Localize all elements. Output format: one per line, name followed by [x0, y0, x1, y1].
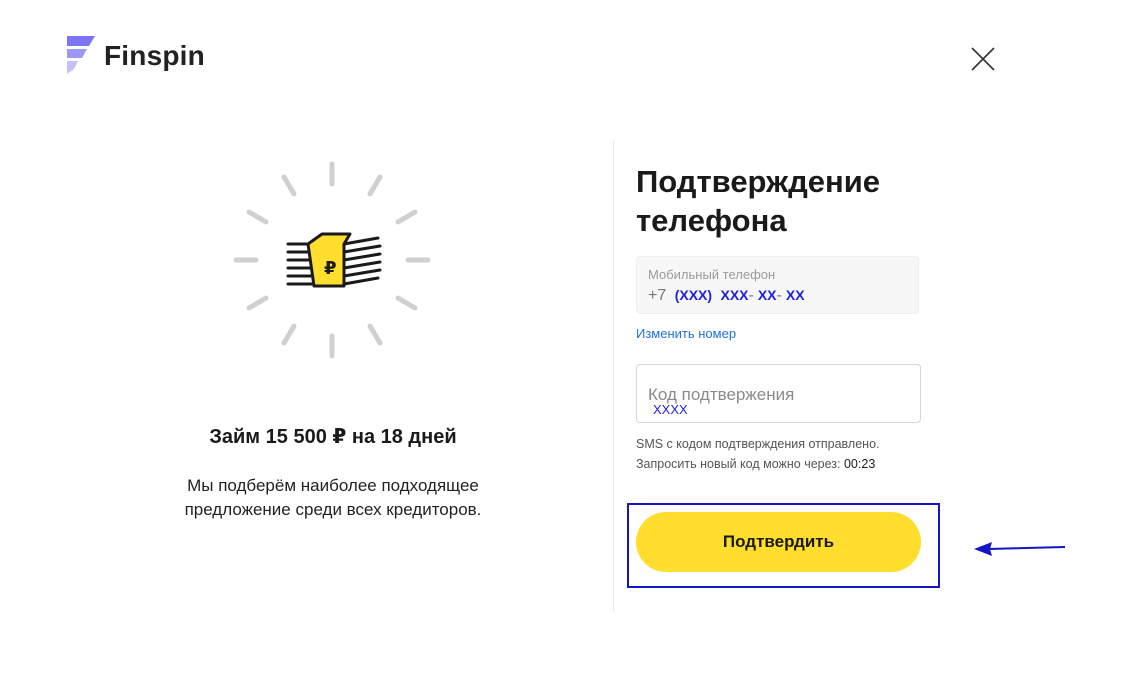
- close-icon: [971, 47, 995, 71]
- sms-sent-text: SMS с кодом подтверждения отправлено.: [636, 437, 880, 451]
- resend-text: Запросить новый код можно через:: [636, 457, 841, 471]
- confirm-button[interactable]: Подтвердить: [636, 512, 921, 572]
- finspin-logo-icon: [67, 36, 95, 74]
- change-number-link[interactable]: Изменить номер: [636, 326, 736, 341]
- form-title: Подтверждение телефона: [636, 164, 881, 238]
- phone-masked-part: XXX: [720, 287, 749, 303]
- brand-name: Finspin: [104, 40, 205, 71]
- phone-field: Мобильный телефон +7 (XXX) XXX- XX- XX: [636, 256, 919, 314]
- phone-masked-part: (XXX): [674, 287, 713, 303]
- resend-countdown: Запросить новый код можно через: 00:23: [636, 454, 936, 474]
- offer-title: Займ 15 500 ₽ на 18 дней: [209, 426, 457, 448]
- phone-field-value: +7 (XXX) XXX- XX- XX: [648, 287, 805, 305]
- sms-status-note: SMS с кодом подтверждения отправлено. За…: [636, 434, 936, 474]
- divider: [613, 140, 614, 612]
- finspin-logo[interactable]: Finspin: [64, 36, 205, 76]
- offer-description: Мы подберём наиболее подходящее предложе…: [184, 476, 482, 519]
- confirmation-code-input[interactable]: Код подтвержения XXXX: [636, 364, 921, 423]
- phone-prefix: +7: [648, 287, 667, 304]
- phone-field-label: Мобильный телефон: [648, 267, 776, 282]
- money-stack-ruble-icon: ₽: [230, 158, 434, 362]
- svg-text:₽: ₽: [324, 258, 337, 279]
- confirmation-code-value: XXXX: [653, 402, 688, 417]
- resend-timer: 00:23: [843, 457, 876, 471]
- phone-masked-part: XX: [757, 287, 777, 303]
- pointer-arrow-icon: [974, 542, 1066, 556]
- close-button[interactable]: [968, 44, 998, 74]
- phone-masked-part: XX: [785, 287, 805, 303]
- phone-separator: -: [748, 287, 754, 304]
- phone-separator: -: [776, 287, 782, 304]
